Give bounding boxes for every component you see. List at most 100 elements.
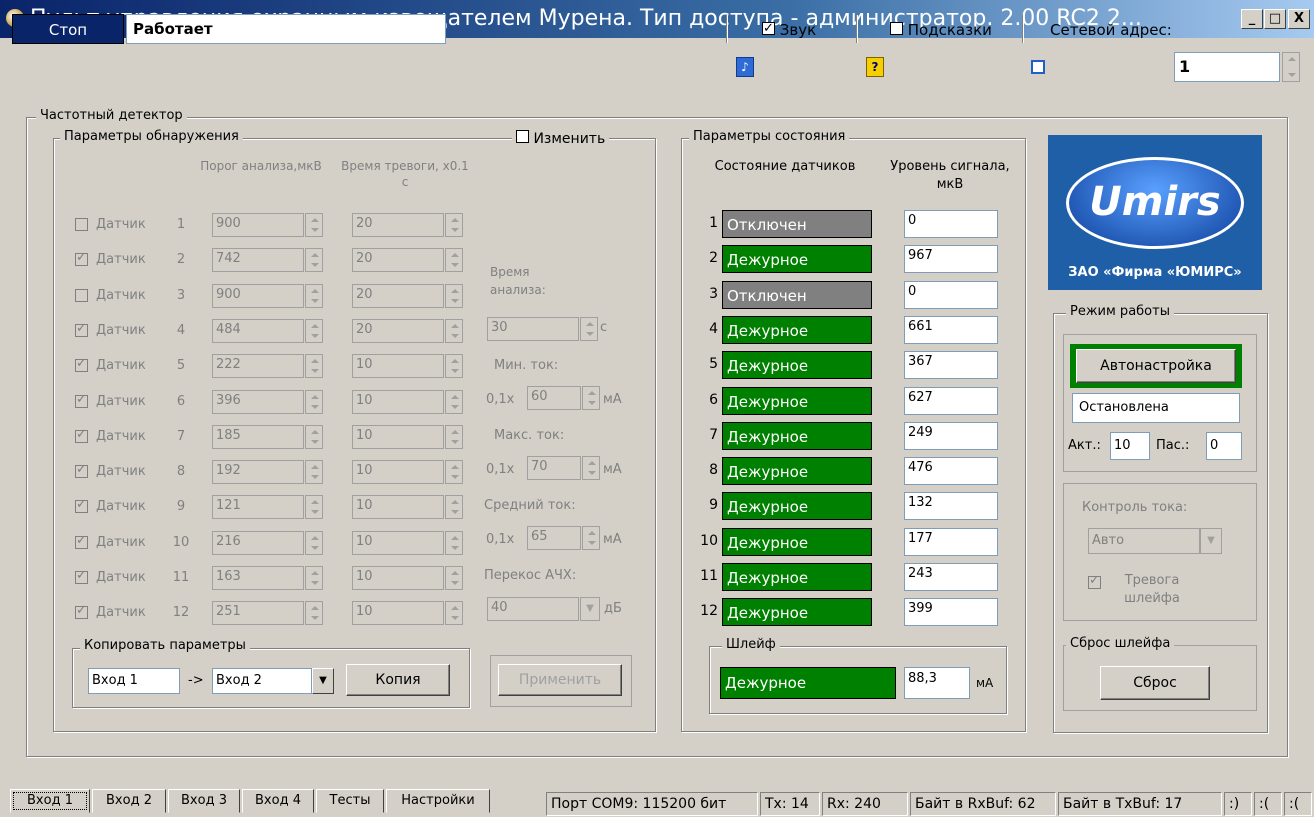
sound-check[interactable]: [762, 19, 775, 39]
sensor-alarm-input[interactable]: 10: [352, 531, 444, 555]
loop-alarm-checkbox[interactable]: [1088, 573, 1101, 593]
sensor-threshold-spinner[interactable]: [305, 354, 323, 378]
analysis-time-spinner[interactable]: [580, 317, 598, 341]
current-control-select[interactable]: Авто: [1088, 528, 1200, 554]
tab-5[interactable]: Тесты: [316, 789, 384, 813]
tab-2[interactable]: Вход 2: [92, 789, 166, 813]
sensor-check[interactable]: [75, 218, 88, 231]
avg-current-spinner[interactable]: [582, 526, 600, 550]
sensor-alarm-spinner[interactable]: [445, 495, 463, 519]
sensor-threshold-spinner[interactable]: [305, 601, 323, 625]
sensor-check[interactable]: [75, 568, 88, 584]
sensor-check[interactable]: [75, 533, 88, 549]
sensor-alarm-input[interactable]: 10: [352, 460, 444, 484]
sensor-checkbox[interactable]: [75, 462, 88, 482]
apply-button[interactable]: Применить: [498, 664, 622, 696]
sensor-alarm-spinner[interactable]: [445, 390, 463, 414]
stop-button[interactable]: Стоп: [12, 14, 124, 44]
sensor-check[interactable]: [75, 289, 88, 302]
sensor-threshold-input[interactable]: 192: [212, 460, 304, 484]
sensor-alarm-spinner[interactable]: [445, 601, 463, 625]
sensor-threshold-spinner[interactable]: [305, 390, 323, 414]
sound-checkbox[interactable]: Звук: [762, 19, 816, 40]
sensor-threshold-input[interactable]: 251: [212, 601, 304, 625]
sensor-alarm-spinner[interactable]: [445, 460, 463, 484]
sensor-checkbox[interactable]: [75, 321, 88, 341]
loop-alarm-check[interactable]: [1088, 573, 1101, 589]
autotune-button[interactable]: Автонастройка: [1076, 349, 1236, 383]
address-input[interactable]: 1: [1174, 52, 1280, 82]
sensor-checkbox[interactable]: [75, 427, 88, 447]
sensor-check[interactable]: [75, 462, 88, 478]
hints-checkbox[interactable]: Подсказки: [890, 20, 992, 40]
sensor-threshold-input[interactable]: 484: [212, 319, 304, 343]
change-checkbox[interactable]: Изменить: [512, 130, 610, 147]
sensor-alarm-input[interactable]: 10: [352, 354, 444, 378]
sensor-threshold-spinner[interactable]: [305, 531, 323, 555]
sensor-checkbox[interactable]: [75, 497, 88, 517]
sensor-threshold-input[interactable]: 216: [212, 531, 304, 555]
sensor-checkbox[interactable]: [75, 392, 88, 412]
sensor-alarm-input[interactable]: 10: [352, 390, 444, 414]
sensor-threshold-input[interactable]: 900: [212, 284, 304, 308]
sensor-alarm-input[interactable]: 10: [352, 495, 444, 519]
min-current-input[interactable]: 60: [527, 386, 581, 410]
sensor-alarm-spinner[interactable]: [445, 213, 463, 237]
sensor-alarm-input[interactable]: 20: [352, 213, 444, 237]
sensor-alarm-spinner[interactable]: [445, 319, 463, 343]
sensor-threshold-input[interactable]: 185: [212, 425, 304, 449]
avg-current-input[interactable]: 65: [527, 526, 581, 550]
sensor-checkbox[interactable]: [75, 250, 88, 270]
sensor-alarm-input[interactable]: 10: [352, 425, 444, 449]
max-current-spinner[interactable]: [582, 456, 600, 480]
sensor-threshold-spinner[interactable]: [305, 425, 323, 449]
sensor-alarm-spinner[interactable]: [445, 566, 463, 590]
sensor-check[interactable]: [75, 427, 88, 443]
reset-button[interactable]: Сброс: [1100, 666, 1210, 700]
sensor-alarm-spinner[interactable]: [445, 531, 463, 555]
sensor-alarm-input[interactable]: 20: [352, 248, 444, 272]
sensor-alarm-input[interactable]: 20: [352, 319, 444, 343]
sensor-threshold-spinner[interactable]: [305, 248, 323, 272]
sensor-threshold-input[interactable]: 121: [212, 495, 304, 519]
sensor-check[interactable]: [75, 497, 88, 513]
skew-dropdown-icon[interactable]: ▼: [580, 597, 600, 621]
copy-to-dropdown-icon[interactable]: ▼: [312, 668, 334, 694]
pas-input[interactable]: 0: [1206, 432, 1242, 460]
sensor-checkbox[interactable]: [75, 603, 88, 623]
sensor-threshold-input[interactable]: 396: [212, 390, 304, 414]
tab-3[interactable]: Вход 3: [168, 789, 240, 813]
sensor-alarm-input[interactable]: 10: [352, 566, 444, 590]
tab-4[interactable]: Вход 4: [242, 789, 314, 813]
sensor-threshold-spinner[interactable]: [305, 213, 323, 237]
sensor-alarm-spinner[interactable]: [445, 425, 463, 449]
sensor-check[interactable]: [75, 356, 88, 372]
sensor-threshold-spinner[interactable]: [305, 495, 323, 519]
sensor-threshold-spinner[interactable]: [305, 460, 323, 484]
sensor-alarm-input[interactable]: 20: [352, 284, 444, 308]
sensor-check[interactable]: [75, 250, 88, 266]
sensor-threshold-input[interactable]: 900: [212, 213, 304, 237]
copy-button[interactable]: Копия: [346, 664, 450, 696]
address-spinner[interactable]: [1282, 52, 1300, 82]
change-check[interactable]: [516, 130, 529, 143]
sensor-alarm-input[interactable]: 10: [352, 601, 444, 625]
current-control-dropdown-icon[interactable]: ▼: [1200, 528, 1222, 554]
sensor-threshold-spinner[interactable]: [305, 284, 323, 308]
tab-6[interactable]: Настройки: [386, 789, 490, 813]
sensor-check[interactable]: [75, 321, 88, 337]
sensor-check[interactable]: [75, 603, 88, 619]
sensor-threshold-input[interactable]: 222: [212, 354, 304, 378]
minimize-button[interactable]: _: [1241, 9, 1263, 29]
sensor-alarm-spinner[interactable]: [445, 354, 463, 378]
max-current-input[interactable]: 70: [527, 456, 581, 480]
sensor-threshold-input[interactable]: 163: [212, 566, 304, 590]
copy-to-select[interactable]: Вход 2: [212, 668, 312, 694]
hints-check[interactable]: [890, 22, 903, 35]
sensor-alarm-spinner[interactable]: [445, 284, 463, 308]
sensor-threshold-spinner[interactable]: [305, 566, 323, 590]
tab-1[interactable]: Вход 1: [10, 789, 90, 813]
act-input[interactable]: 10: [1110, 432, 1150, 460]
analysis-time-input[interactable]: 30: [487, 317, 579, 341]
sensor-threshold-spinner[interactable]: [305, 319, 323, 343]
